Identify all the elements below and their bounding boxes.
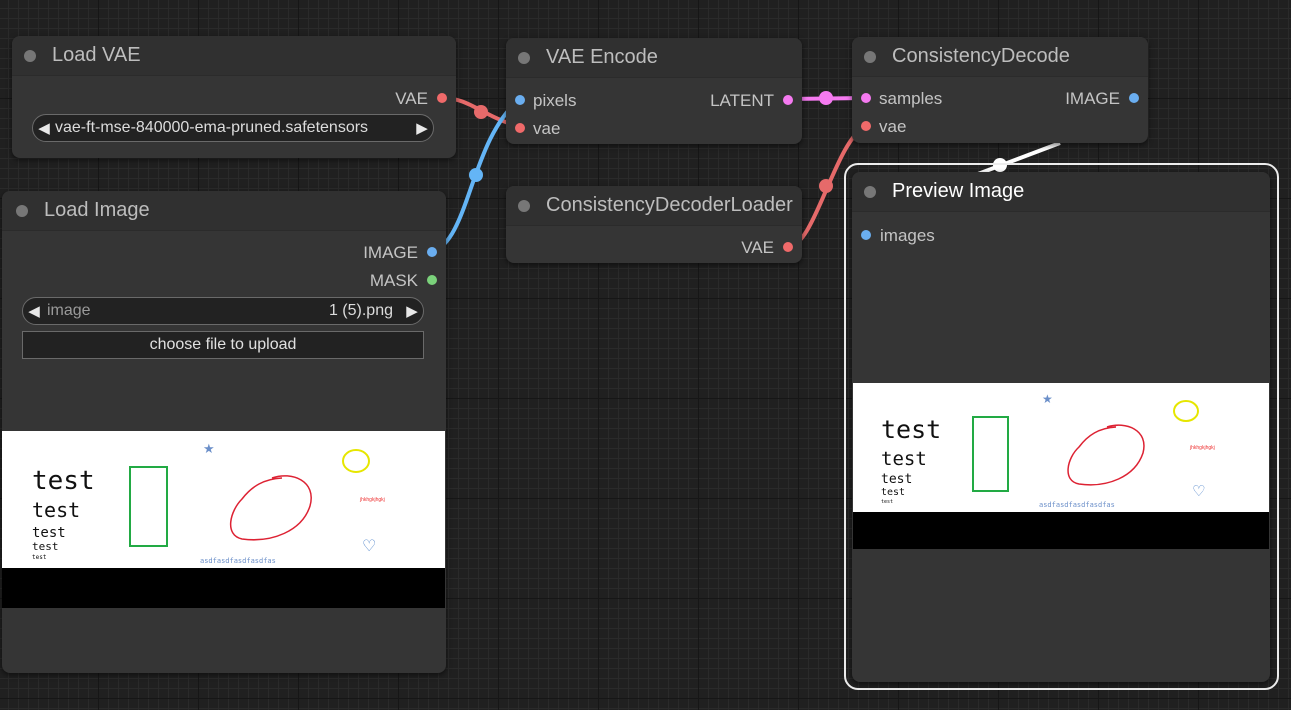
vae-name-combo[interactable]: ◀ vae-ft-mse-840000-ema-pruned.safetenso… [32, 114, 434, 142]
node-title: ConsistencyDecoderLoader [546, 194, 793, 216]
small-red-text: jhkhgkjhgkj [1189, 445, 1215, 451]
image-text: test [32, 540, 59, 553]
green-rectangle [972, 416, 1009, 492]
image-text: test [881, 487, 905, 498]
yellow-circle [1173, 400, 1199, 422]
node-status-dot [864, 185, 876, 198]
heart-icon: ♡ [1192, 483, 1205, 500]
small-red-text: jhkhgkjhgkj [359, 497, 385, 503]
output-label-image: IMAGE [1065, 89, 1120, 108]
node-header[interactable]: ConsistencyDecode [852, 37, 1148, 77]
image-combo[interactable]: ◀ image 1 (5).png ▶ [22, 297, 424, 325]
red-loop [1067, 424, 1145, 486]
image-black-band [853, 512, 1269, 549]
yellow-circle [342, 449, 370, 473]
node-title: VAE Encode [546, 46, 658, 68]
node-load-vae[interactable]: Load VAE VAE ◀ vae-ft-mse-840000-ema-pru… [12, 36, 456, 158]
node-header[interactable]: Load VAE [12, 36, 456, 76]
combo-prev-arrow[interactable]: ◀ [23, 302, 45, 320]
node-load-image[interactable]: Load Image IMAGE MASK ◀ image 1 (5).png … [2, 191, 446, 673]
node-title: Preview Image [892, 180, 1025, 202]
input-label-vae: vae [533, 119, 561, 138]
link-midpoint-vae [474, 105, 488, 119]
node-vae-encode[interactable]: VAE Encode pixels vae LATENT [506, 38, 802, 144]
node-status-dot [864, 50, 876, 63]
input-slot-pixels[interactable] [515, 95, 525, 105]
image-text: test [881, 415, 941, 444]
output-slot-latent[interactable] [783, 95, 793, 105]
input-slot-images[interactable] [861, 230, 871, 240]
heart-icon: ♡ [362, 538, 376, 555]
combo-next-arrow[interactable]: ▶ [401, 302, 423, 320]
caption-text: asdfasdfasdfasdfas [200, 557, 276, 565]
preview-image-output: test test test test test ★ jhkhgkjhgkj ♡… [853, 383, 1269, 549]
output-label-vae: VAE [741, 238, 774, 257]
star-icon: ★ [203, 441, 215, 456]
image-text: test [32, 554, 47, 561]
image-black-band [2, 568, 445, 608]
node-status-dot [518, 51, 530, 64]
image-text: test [881, 499, 893, 505]
caption-text: asdfasdfasdfasdfas [1039, 501, 1115, 509]
star-icon: ★ [1042, 392, 1053, 406]
combo-label: image [47, 302, 91, 319]
image-text: test [32, 498, 80, 522]
image-text: test [32, 466, 95, 496]
node-status-dot [24, 49, 36, 62]
link-midpoint-image [469, 168, 483, 182]
output-label-mask: MASK [369, 271, 418, 290]
input-label-pixels: pixels [533, 91, 577, 110]
output-slot-image[interactable] [1129, 93, 1139, 103]
input-label-vae: vae [879, 117, 907, 136]
combo-value: vae-ft-mse-840000-ema-pruned.safetensors [55, 119, 369, 136]
output-slot-vae[interactable] [437, 93, 447, 103]
input-slot-vae[interactable] [861, 121, 871, 131]
image-text: test [32, 525, 66, 541]
red-loop [230, 475, 312, 541]
node-title: ConsistencyDecode [892, 45, 1070, 67]
node-title: Load VAE [52, 44, 141, 66]
output-label-vae: VAE [395, 89, 428, 108]
combo-value: 1 (5).png [328, 302, 393, 319]
combo-next-arrow[interactable]: ▶ [411, 119, 433, 137]
output-slot-image[interactable] [427, 247, 437, 257]
link-midpoint-decoder-vae [819, 179, 833, 193]
image-text: test [881, 448, 927, 470]
input-slot-vae[interactable] [515, 123, 525, 133]
green-rectangle [129, 466, 168, 547]
image-content: test test test test test ★ jhkhgkjhgkj ♡… [881, 392, 1215, 509]
load-image-preview: test test test test test ★ jhkhgkjhgkj ♡… [2, 431, 445, 608]
input-slot-samples[interactable] [861, 93, 871, 103]
link-midpoint-latent [819, 91, 833, 105]
node-status-dot [518, 199, 530, 212]
output-label-image: IMAGE [363, 243, 418, 262]
node-header[interactable]: ConsistencyDecoderLoader [506, 186, 802, 226]
output-label-latent: LATENT [710, 91, 774, 110]
node-header[interactable]: VAE Encode [506, 38, 802, 78]
input-label-images: images [880, 226, 935, 245]
node-title: Load Image [44, 199, 150, 221]
image-text: test [881, 472, 912, 487]
node-preview-image[interactable]: Preview Image images test test test test… [852, 172, 1270, 682]
input-label-samples: samples [879, 89, 943, 108]
upload-button[interactable]: choose file to upload [22, 331, 424, 359]
combo-prev-arrow[interactable]: ◀ [33, 119, 55, 137]
image-content: test test test test test ★ jhkhgkjhgkj ♡… [32, 441, 385, 565]
output-slot-mask[interactable] [427, 275, 437, 285]
node-consistency-decoder-loader[interactable]: ConsistencyDecoderLoader VAE [506, 186, 802, 263]
node-header[interactable]: Preview Image [852, 172, 1270, 212]
output-slot-vae[interactable] [783, 242, 793, 252]
node-status-dot [16, 204, 28, 217]
node-consistency-decode[interactable]: ConsistencyDecode samples vae IMAGE [852, 37, 1148, 143]
node-header[interactable]: Load Image [2, 191, 446, 231]
